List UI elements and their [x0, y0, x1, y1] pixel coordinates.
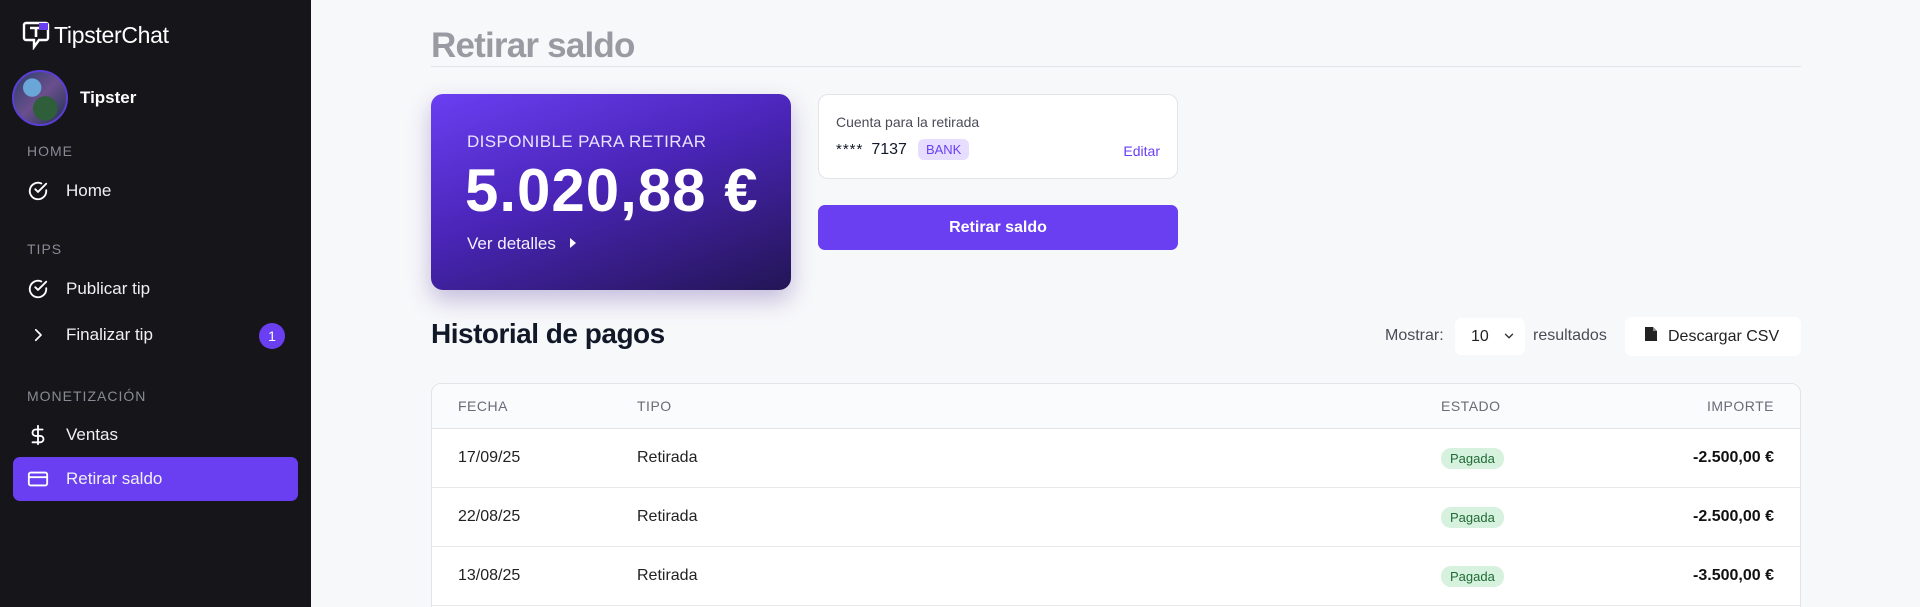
row-amount: -2.500,00 €	[1693, 508, 1774, 525]
account-label: Cuenta para la retirada	[836, 114, 980, 130]
sidebar-item-finalizar-tip[interactable]: Finalizar tip 1	[13, 313, 298, 357]
withdrawal-account-card: Cuenta para la retirada **** 7137 BANK E…	[818, 94, 1178, 179]
table-row[interactable]: 22/08/25 Retirada Pagada -2.500,00 €	[432, 488, 1800, 547]
caret-right-icon	[568, 234, 578, 254]
sidebar-item-label: Home	[66, 181, 112, 200]
sidebar-item-label: Retirar saldo	[66, 469, 163, 488]
account-type-badge: BANK	[917, 139, 970, 160]
dollar-icon	[26, 423, 50, 447]
balance-label: DISPONIBLE PARA RETIRAR	[467, 132, 707, 151]
row-amount: -2.500,00 €	[1693, 449, 1774, 466]
sidebar-item-ventas[interactable]: Ventas	[13, 413, 298, 457]
balance-amount: 5.020,88 €	[465, 157, 759, 224]
show-label: Mostrar:	[1385, 327, 1444, 344]
column-header-importe[interactable]: IMPORTE	[1707, 398, 1774, 414]
row-type: Retirada	[637, 567, 698, 584]
credit-card-icon	[26, 467, 50, 491]
section-label-tips: TIPS	[27, 241, 63, 257]
section-label-home: HOME	[27, 143, 73, 159]
avatar	[12, 70, 68, 126]
sidebar-item-home[interactable]: Home	[13, 169, 298, 213]
page-size-value: 10	[1471, 327, 1489, 345]
app-name: TipsterChat	[54, 21, 169, 48]
row-date: 17/09/25	[458, 449, 521, 466]
check-circle-icon	[26, 179, 50, 203]
column-header-estado[interactable]: ESTADO	[1441, 398, 1501, 414]
download-csv-button[interactable]: Descargar CSV	[1625, 317, 1801, 356]
row-date: 22/08/25	[458, 508, 521, 525]
last-digits: 7137	[871, 140, 907, 158]
user-name: Tipster	[80, 88, 137, 107]
page-title: Retirar saldo	[431, 26, 635, 65]
table-row[interactable]: 13/08/25 Retirada Pagada -3.500,00 €	[432, 547, 1800, 606]
file-icon	[1644, 326, 1658, 347]
sidebar-item-label: Ventas	[66, 425, 118, 444]
view-details-link[interactable]: Ver detalles	[467, 234, 578, 254]
status-badge: Pagada	[1441, 507, 1504, 528]
column-header-fecha[interactable]: FECHA	[458, 398, 508, 414]
download-csv-label: Descargar CSV	[1668, 327, 1780, 345]
sidebar-item-publicar-tip[interactable]: Publicar tip	[13, 267, 298, 311]
notification-badge: 1	[259, 323, 285, 349]
view-details-label: Ver detalles	[467, 234, 556, 253]
balance-card: DISPONIBLE PARA RETIRAR 5.020,88 € Ver d…	[431, 94, 791, 290]
check-circle-icon	[26, 277, 50, 301]
sidebar: TipsterChat Tipster HOME Home TIPS Publi…	[0, 0, 311, 607]
masked-digits: ****	[836, 141, 864, 158]
chevron-right-icon	[26, 323, 50, 347]
sidebar-item-label: Finalizar tip	[66, 325, 153, 344]
history-title: Historial de pagos	[431, 318, 665, 349]
table-header: FECHA TIPO ESTADO IMPORTE	[432, 384, 1800, 429]
sidebar-item-label: Publicar tip	[66, 279, 151, 298]
sidebar-item-retirar-saldo[interactable]: Retirar saldo	[13, 457, 298, 501]
user-profile[interactable]: Tipster	[12, 70, 136, 126]
edit-account-link[interactable]: Editar	[1123, 143, 1160, 159]
row-type: Retirada	[637, 508, 698, 525]
row-date: 13/08/25	[458, 567, 521, 584]
app-logo[interactable]: TipsterChat	[22, 20, 169, 51]
withdraw-button[interactable]: Retirar saldo	[818, 205, 1178, 250]
account-number: **** 7137 BANK	[836, 139, 970, 160]
status-badge: Pagada	[1441, 448, 1504, 469]
chevron-down-icon	[1502, 329, 1516, 343]
divider	[431, 66, 1801, 67]
table-row[interactable]: 17/09/25 Retirada Pagada -2.500,00 €	[432, 429, 1800, 488]
logo-icon	[22, 20, 50, 51]
column-header-tipo[interactable]: TIPO	[637, 398, 672, 414]
row-amount: -3.500,00 €	[1693, 567, 1774, 584]
row-type: Retirada	[637, 449, 698, 466]
results-label: resultados	[1533, 327, 1607, 344]
payments-table: FECHA TIPO ESTADO IMPORTE 17/09/25 Retir…	[431, 383, 1801, 607]
status-badge: Pagada	[1441, 566, 1504, 587]
section-label-monetizacion: MONETIZACIÓN	[27, 388, 147, 404]
page-size-select[interactable]: 10	[1455, 318, 1525, 355]
